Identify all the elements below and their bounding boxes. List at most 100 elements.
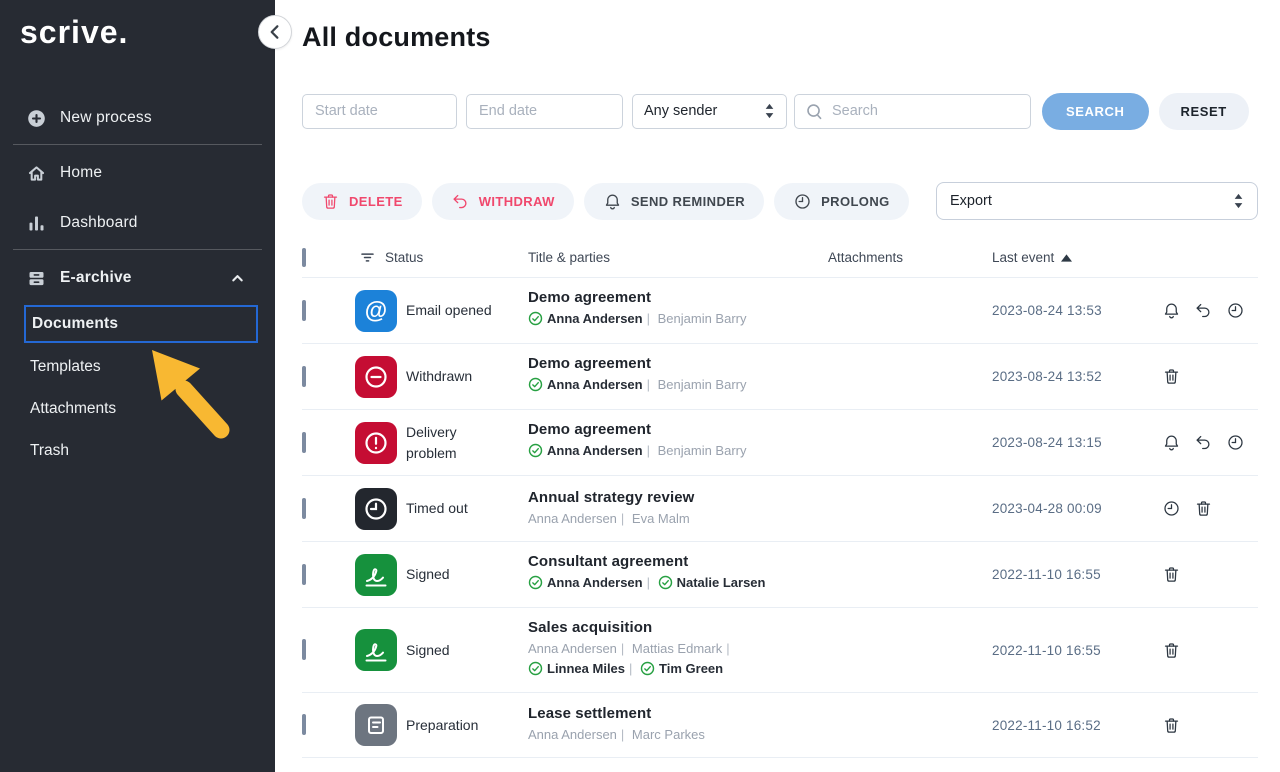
reset-button[interactable]: RESET: [1159, 93, 1249, 130]
row-bell-icon[interactable]: [1162, 301, 1181, 320]
sidebar-item-dashboard[interactable]: Dashboard: [26, 210, 259, 236]
archive-icon: [26, 268, 47, 289]
row-clock-icon[interactable]: [1162, 499, 1181, 518]
sidebar-item-documents[interactable]: Documents: [24, 305, 258, 343]
party-separator: |: [722, 641, 733, 656]
last-event-time: 2023-08-24 13:52: [992, 369, 1154, 384]
select-all-checkbox[interactable]: [302, 248, 306, 267]
filter-bar: Any sender SEARCH RESET: [302, 93, 1249, 129]
sidebar-item-attachments[interactable]: Attachments: [30, 397, 116, 421]
row-undo-icon[interactable]: [1194, 433, 1213, 452]
main-content: All documents Any sender SEARCH RESET DE: [275, 0, 1280, 772]
sidebar-item-label: Attachments: [30, 400, 116, 418]
end-date-input[interactable]: [466, 94, 623, 129]
status-signature-icon: [355, 629, 397, 671]
row-clock-icon[interactable]: [1226, 301, 1245, 320]
row-undo-icon[interactable]: [1194, 301, 1213, 320]
title-and-parties[interactable]: Demo agreementAnna Andersen| Benjamin Ba…: [528, 410, 828, 475]
sidebar-item-label: Templates: [30, 358, 101, 376]
sidebar-item-home[interactable]: Home: [26, 160, 259, 186]
row-checkbox[interactable]: [302, 714, 306, 735]
column-header-title[interactable]: Title & parties: [528, 250, 828, 265]
title-and-parties[interactable]: Sales acquisitionAnna Andersen| Mattias …: [528, 608, 828, 692]
start-date-input[interactable]: [302, 94, 457, 129]
table-row[interactable]: Delivery problemDemo agreementAnna Ander…: [302, 409, 1258, 475]
document-title: Annual strategy review: [528, 489, 808, 506]
row-bell-icon[interactable]: [1162, 433, 1181, 452]
table-row[interactable]: WithdrawnDemo agreementAnna Andersen| Be…: [302, 343, 1258, 409]
export-select[interactable]: Export: [936, 182, 1258, 220]
party-name: Anna Andersen: [528, 443, 643, 458]
row-trash-icon[interactable]: [1194, 499, 1213, 518]
row-trash-icon[interactable]: [1162, 367, 1181, 386]
row-actions: [1154, 716, 1258, 735]
row-checkbox[interactable]: [302, 366, 306, 387]
column-header-last-event[interactable]: Last event: [992, 250, 1154, 265]
table-row[interactable]: Signed Consultant agreementAnna Andersen|…: [302, 541, 1258, 607]
check-circle-icon: [528, 377, 543, 398]
row-checkbox[interactable]: [302, 300, 306, 321]
row-checkbox[interactable]: [302, 498, 306, 519]
column-header-attachments[interactable]: Attachments: [828, 250, 992, 265]
table-row[interactable]: PreparationLease settlementAnna Andersen…: [302, 692, 1258, 758]
sidebar-item-trash[interactable]: Trash: [30, 439, 69, 463]
sidebar-item-e-archive[interactable]: E-archive: [26, 265, 259, 291]
row-checkbox[interactable]: [302, 564, 306, 585]
last-event-time: 2023-08-24 13:15: [992, 435, 1154, 450]
party-name: Anna Andersen: [528, 727, 617, 742]
sidebar-item-label: New process: [60, 109, 152, 127]
title-and-parties[interactable]: Annual strategy reviewAnna Andersen| Eva…: [528, 478, 828, 540]
party-name: Mattias Edmark: [632, 641, 722, 656]
sidebar-divider: [13, 249, 262, 250]
withdraw-label: WITHDRAW: [479, 194, 555, 209]
sender-select[interactable]: Any sender: [632, 94, 787, 129]
sidebar-item-new-process[interactable]: New process: [26, 105, 259, 131]
row-checkbox[interactable]: [302, 432, 306, 453]
row-actions: [1154, 301, 1258, 320]
check-circle-icon: [528, 575, 543, 596]
row-clock-icon[interactable]: [1226, 433, 1245, 452]
search-button[interactable]: SEARCH: [1042, 93, 1149, 130]
table-row[interactable]: Timed outAnnual strategy reviewAnna Ande…: [302, 475, 1258, 541]
party-name: Anna Andersen: [528, 641, 617, 656]
select-arrows-icon: [764, 103, 775, 119]
search-input[interactable]: [794, 94, 1031, 129]
title-and-parties[interactable]: Demo agreementAnna Andersen| Benjamin Ba…: [528, 344, 828, 409]
sidebar-item-templates[interactable]: Templates: [30, 355, 101, 379]
plus-circle-icon: [26, 108, 47, 129]
party-name: Benjamin Barry: [658, 311, 747, 326]
table-row[interactable]: SignedSales acquisitionAnna Andersen| Ma…: [302, 607, 1258, 692]
document-parties: Anna Andersen| Marc Parkes: [528, 725, 793, 745]
document-parties: Anna Andersen| Benjamin Barry: [528, 441, 793, 464]
last-event-label: Last event: [992, 250, 1054, 265]
prolong-button[interactable]: PROLONG: [774, 183, 909, 220]
title-and-parties[interactable]: Consultant agreementAnna Andersen| Natal…: [528, 542, 828, 607]
status-label: Signed: [405, 564, 497, 584]
party-name: Natalie Larsen: [658, 575, 766, 590]
collapse-sidebar-button[interactable]: [258, 15, 292, 49]
sidebar-item-label: E-archive: [60, 269, 132, 287]
table-row[interactable]: @Email openedDemo agreementAnna Andersen…: [302, 277, 1258, 343]
send-reminder-label: SEND REMINDER: [631, 194, 745, 209]
title-and-parties[interactable]: Lease settlementAnna Andersen| Marc Park…: [528, 694, 828, 756]
delete-button[interactable]: DELETE: [302, 183, 422, 220]
row-trash-icon[interactable]: [1162, 641, 1181, 660]
filter-icon[interactable]: [359, 249, 376, 266]
column-header-status[interactable]: Status: [385, 250, 423, 265]
export-select-value: Export: [950, 193, 992, 209]
title-and-parties[interactable]: Demo agreementAnna Andersen| Benjamin Ba…: [528, 278, 828, 343]
party-separator: |: [643, 443, 654, 458]
search-field: [794, 94, 1031, 129]
scrive-app: scrive. New process Home Dashboard: [0, 0, 1280, 772]
send-reminder-button[interactable]: SEND REMINDER: [584, 183, 764, 220]
row-trash-icon[interactable]: [1162, 716, 1181, 735]
row-checkbox[interactable]: [302, 639, 306, 660]
page-title: All documents: [302, 22, 491, 53]
party-separator: |: [617, 511, 628, 526]
sidebar-item-label: Home: [60, 164, 102, 182]
search-icon: [805, 102, 824, 121]
delete-label: DELETE: [349, 194, 403, 209]
withdraw-button[interactable]: WITHDRAW: [432, 183, 574, 220]
party-name: Benjamin Barry: [658, 377, 747, 392]
row-trash-icon[interactable]: [1162, 565, 1181, 584]
